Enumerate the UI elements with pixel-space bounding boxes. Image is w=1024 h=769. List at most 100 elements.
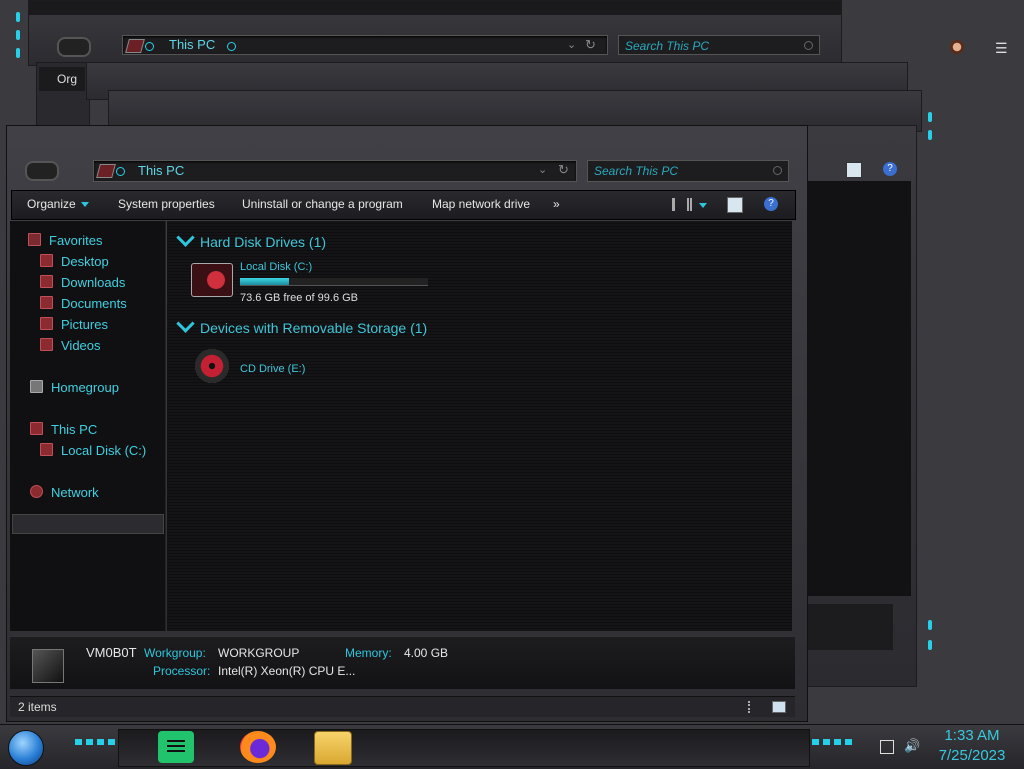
right-pane-dark bbox=[805, 181, 911, 596]
nav-dot-icon bbox=[116, 167, 125, 176]
nav-dot-icon bbox=[145, 42, 154, 51]
frame-accent bbox=[928, 112, 932, 122]
refresh-icon[interactable]: ↻ bbox=[585, 37, 596, 53]
organize-button[interactable]: Organize bbox=[27, 197, 89, 211]
nav-downloads[interactable]: Downloads bbox=[40, 275, 125, 290]
help-icon[interactable]: ? bbox=[764, 197, 778, 211]
local-disk-label[interactable]: Local Disk (C:) bbox=[240, 261, 312, 273]
notes-app-icon[interactable] bbox=[158, 731, 194, 763]
nav-favorites[interactable]: Favorites bbox=[28, 233, 102, 248]
nav-documents[interactable]: Documents bbox=[40, 296, 127, 311]
frame-accent bbox=[928, 640, 932, 650]
chevron-down-icon[interactable]: ⌄ bbox=[538, 163, 547, 176]
file-explorer-icon[interactable] bbox=[314, 731, 352, 765]
memory-label: Memory: bbox=[345, 646, 392, 660]
hamburger-menu-icon[interactable]: ☰ bbox=[995, 40, 1008, 57]
nav-videos[interactable]: Videos bbox=[40, 338, 101, 353]
cd-drive-label[interactable]: CD Drive (E:) bbox=[240, 363, 305, 375]
nav-pictures[interactable]: Pictures bbox=[40, 317, 108, 332]
processor-value: Intel(R) Xeon(R) CPU E... bbox=[218, 664, 356, 678]
collapse-chevron-icon bbox=[176, 228, 195, 247]
command-bar: Organize System properties Uninstall or … bbox=[11, 190, 796, 220]
content-pane: Hard Disk Drives (1) Local Disk (C:) 73.… bbox=[167, 221, 792, 631]
details-pane: VM0B0T Workgroup: WORKGROUP Memory: 4.00… bbox=[10, 636, 795, 689]
avatar[interactable] bbox=[950, 40, 964, 54]
view-dropdown-icon[interactable] bbox=[699, 203, 707, 208]
documents-icon bbox=[40, 296, 53, 309]
right-pane-details bbox=[805, 604, 893, 650]
network-tray-icon[interactable] bbox=[880, 740, 894, 754]
preview-pane-icon[interactable] bbox=[727, 197, 743, 213]
search-icon bbox=[773, 166, 782, 175]
large-icons-view-icon[interactable] bbox=[772, 701, 786, 713]
frame-accent bbox=[16, 12, 20, 22]
refresh-icon[interactable]: ↻ bbox=[558, 162, 569, 178]
view-options-icon[interactable] bbox=[672, 198, 692, 211]
workgroup-value: WORKGROUP bbox=[218, 646, 300, 660]
videos-icon bbox=[40, 338, 53, 351]
memory-value: 4.00 GB bbox=[404, 646, 449, 660]
nav-homegroup[interactable]: Homegroup bbox=[30, 380, 119, 395]
collapse-chevron-icon bbox=[176, 314, 195, 333]
homegroup-icon bbox=[30, 380, 43, 393]
clock-time[interactable]: 1:33 AM bbox=[936, 727, 1008, 744]
group-header-removable[interactable]: Devices with Removable Storage (1) bbox=[176, 314, 427, 336]
desktop-icon bbox=[40, 254, 53, 267]
drive-icon bbox=[40, 443, 53, 456]
uninstall-program-button[interactable]: Uninstall or change a program bbox=[242, 197, 403, 211]
toolbar-partial: Org bbox=[39, 67, 85, 91]
hard-drive-icon[interactable] bbox=[191, 263, 233, 297]
address-bar[interactable]: This PC ⌄ ↻ bbox=[122, 35, 608, 55]
details-view-icon[interactable] bbox=[748, 701, 756, 713]
frame-accent bbox=[928, 620, 932, 630]
help-icon[interactable]: ? bbox=[883, 162, 897, 176]
disk-capacity-fill bbox=[240, 278, 289, 285]
navigation-pane: Favorites Desktop Downloads Documents Pi… bbox=[10, 221, 166, 631]
dropdown-arrow-icon bbox=[80, 202, 89, 208]
address-bar[interactable]: This PC ⌄ ↻ bbox=[93, 160, 577, 182]
search-placeholder: Search This PC bbox=[625, 39, 710, 53]
this-pc-icon bbox=[125, 39, 145, 53]
disk-capacity-bar bbox=[240, 278, 428, 286]
computer-name: VM0B0T bbox=[86, 645, 137, 660]
search-box[interactable]: Search This PC bbox=[587, 160, 789, 182]
taskbar: 🔊 1:33 AM 7/25/2023 bbox=[0, 724, 1024, 769]
firefox-icon[interactable] bbox=[240, 731, 276, 763]
star-icon bbox=[28, 233, 41, 246]
taskbar-accent-right bbox=[812, 739, 852, 745]
group-header-hard-disks[interactable]: Hard Disk Drives (1) bbox=[176, 228, 326, 250]
background-window-top: This PC ⌄ ↻ Search This PC bbox=[28, 0, 842, 66]
organize-partial-text: Org bbox=[57, 72, 78, 86]
network-icon bbox=[30, 485, 43, 498]
nav-desktop[interactable]: Desktop bbox=[40, 254, 109, 269]
clock-date[interactable]: 7/25/2023 bbox=[930, 747, 1014, 764]
window-emblem-icon bbox=[57, 37, 91, 57]
volume-tray-icon[interactable]: 🔊 bbox=[904, 738, 920, 754]
start-button[interactable] bbox=[8, 730, 44, 766]
computer-icon bbox=[32, 649, 64, 683]
frame-accent bbox=[928, 130, 932, 140]
nav-this-pc[interactable]: This PC bbox=[30, 422, 97, 437]
background-window-right: ? bbox=[800, 125, 917, 687]
status-bar: 2 items bbox=[10, 696, 795, 717]
search-placeholder: Search This PC bbox=[594, 164, 679, 178]
nav-selection-highlight bbox=[12, 514, 164, 534]
workgroup-label: Workgroup: bbox=[144, 646, 206, 660]
address-text: This PC bbox=[169, 37, 216, 52]
taskbar-accent-left bbox=[75, 739, 115, 745]
processor-label: Processor: bbox=[153, 664, 211, 678]
frame-accent bbox=[16, 30, 20, 40]
more-commands-button[interactable]: » bbox=[553, 197, 560, 211]
nav-dot-icon bbox=[227, 42, 236, 51]
explorer-window: This PC ⌄ ↻ Search This PC Organize Syst… bbox=[6, 125, 808, 722]
chevron-down-icon[interactable]: ⌄ bbox=[567, 38, 576, 51]
nav-network[interactable]: Network bbox=[30, 485, 99, 500]
system-properties-button[interactable]: System properties bbox=[118, 197, 215, 211]
map-network-drive-button[interactable]: Map network drive bbox=[432, 197, 530, 211]
item-count: 2 items bbox=[18, 700, 57, 714]
nav-local-disk[interactable]: Local Disk (C:) bbox=[40, 443, 146, 458]
cd-drive-icon[interactable] bbox=[195, 349, 229, 383]
local-disk-free-text: 73.6 GB free of 99.6 GB bbox=[240, 292, 359, 304]
search-box[interactable]: Search This PC bbox=[618, 35, 820, 55]
layout-icon[interactable] bbox=[846, 162, 862, 178]
